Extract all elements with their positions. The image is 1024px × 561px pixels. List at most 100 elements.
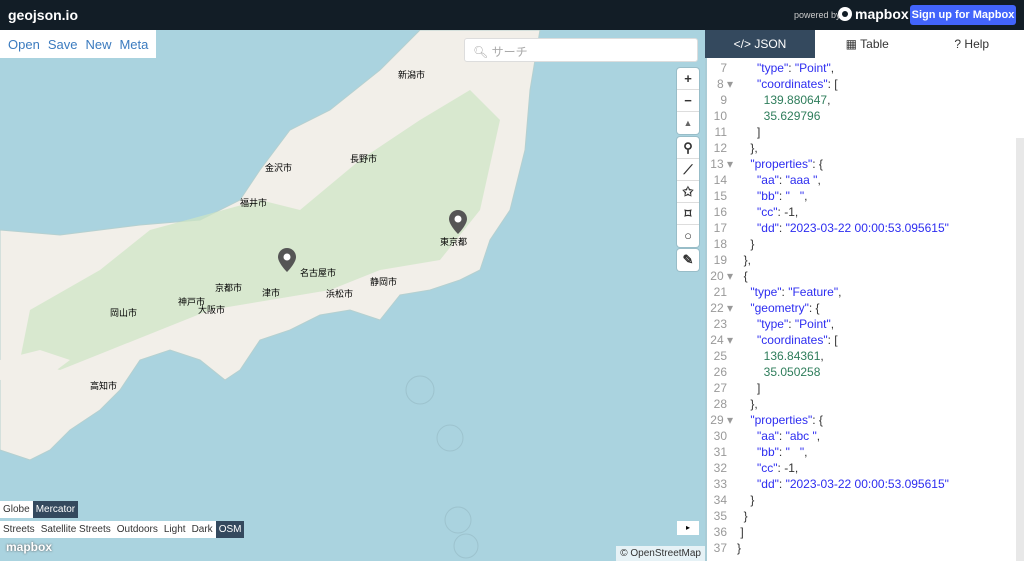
code-line[interactable]: 31 "bb": " ", [705, 444, 1014, 460]
style-dark[interactable]: Dark [189, 521, 216, 538]
json-string: "geometry" [750, 301, 809, 315]
code-line[interactable]: 15 "bb": " ", [705, 188, 1014, 204]
code-line[interactable]: 9 139.880647, [705, 92, 1014, 108]
line-number: 19 [713, 253, 727, 267]
projection-mercator[interactable]: Mercator [32, 501, 79, 518]
code-line[interactable]: 12 }, [705, 140, 1014, 156]
json-punct: : -1, [777, 461, 799, 475]
collapse-panel-button[interactable]: ▸ [677, 521, 699, 535]
code-line[interactable]: 28 }, [705, 396, 1014, 412]
line-number[interactable]: 20 ▾ [705, 268, 733, 284]
json-editor[interactable]: 7 "type": "Point", 8 ▾ "coordinates": [9 … [705, 58, 1024, 561]
code-line[interactable]: 8 ▾ "coordinates": [ [705, 76, 1014, 92]
line-number: 17 [713, 221, 727, 235]
new-menu[interactable]: New [81, 30, 115, 58]
style-streets[interactable]: Streets [0, 521, 38, 538]
style-light[interactable]: Light [161, 521, 189, 538]
map-label: 長野市 [350, 154, 378, 164]
code-line[interactable]: 34 } [705, 492, 1014, 508]
map-marker-tokyo[interactable] [449, 210, 467, 234]
code-line[interactable]: 18 } [705, 236, 1014, 252]
mapbox-logo[interactable]: mapbox [838, 6, 909, 22]
line-number[interactable]: 29 ▾ [705, 412, 733, 428]
line-number[interactable]: 24 ▾ [705, 332, 733, 348]
style-osm[interactable]: OSM [215, 521, 245, 538]
code-text: "cc": -1, [737, 204, 798, 220]
rectangle-icon[interactable]: ⌑ [677, 203, 699, 225]
code-line[interactable]: 33 "dd": "2023-03-22 00:00:53.095615" [705, 476, 1014, 492]
tab-help[interactable]: ? Help [920, 30, 1024, 58]
editor-scrollbar[interactable] [1016, 138, 1024, 561]
line-icon[interactable]: ⟋ [677, 159, 699, 181]
code-text: "dd": "2023-03-22 00:00:53.095615" [737, 220, 949, 236]
tab-json[interactable]: </> JSON [705, 30, 815, 58]
code-line[interactable]: 22 ▾ "geometry": { [705, 300, 1014, 316]
attribution[interactable]: © OpenStreetMap [616, 546, 705, 561]
code-line[interactable]: 10 35.629796 [705, 108, 1014, 124]
code-line[interactable]: 17 "dd": "2023-03-22 00:00:53.095615" [705, 220, 1014, 236]
json-punct: }, [737, 253, 752, 267]
json-string: "dd" [757, 221, 779, 235]
code-line[interactable]: 14 "aa": "aaa ", [705, 172, 1014, 188]
json-punct: , [838, 285, 842, 299]
edit-icon[interactable]: ✎ [677, 249, 699, 271]
compass-button[interactable]: ▲ [677, 112, 699, 134]
json-string: "aa" [757, 173, 779, 187]
code-text: 139.880647, [737, 92, 831, 108]
code-line[interactable]: 29 ▾ "properties": { [705, 412, 1014, 428]
code-line[interactable]: 7 "type": "Point", [705, 60, 1014, 76]
open-menu[interactable]: Open [4, 30, 44, 58]
json-punct: : [788, 317, 795, 331]
map-label: 名古屋市 [300, 268, 337, 278]
code-line[interactable]: 13 ▾ "properties": { [705, 156, 1014, 172]
code-line[interactable]: 11 ] [705, 124, 1014, 140]
json-punct: ] [737, 525, 744, 539]
circle-icon[interactable]: ○ [677, 225, 699, 247]
style-outdoors[interactable]: Outdoors [114, 521, 161, 538]
code-line[interactable]: 19 }, [705, 252, 1014, 268]
code-line[interactable]: 25 136.84361, [705, 348, 1014, 364]
code-line[interactable]: 21 "type": "Feature", [705, 284, 1014, 300]
tab-table[interactable]: ▦ Table [815, 30, 920, 58]
zoom-in-button[interactable]: + [677, 68, 699, 90]
line-number[interactable]: 13 ▾ [705, 156, 733, 172]
search-input[interactable]: 🔍︎ サーチ [464, 38, 698, 62]
code-line[interactable]: 37} [705, 540, 1014, 556]
projection-globe[interactable]: Globe [0, 501, 33, 518]
code-line[interactable]: 16 "cc": -1, [705, 204, 1014, 220]
code-text: "cc": -1, [737, 460, 798, 476]
polygon-icon[interactable]: ✩ [677, 181, 699, 203]
map-label: 福井市 [240, 198, 268, 208]
line-number[interactable]: 22 ▾ [705, 300, 733, 316]
marker-icon[interactable]: ⚲ [677, 137, 699, 159]
code-line[interactable]: 26 35.050258 [705, 364, 1014, 380]
app-logo[interactable]: geojson.io [8, 7, 78, 23]
code-line[interactable]: 23 "type": "Point", [705, 316, 1014, 332]
json-punct: : [778, 221, 786, 235]
json-punct: }, [737, 397, 758, 411]
code-line[interactable]: 20 ▾ { [705, 268, 1014, 284]
style-satellite-streets[interactable]: Satellite Streets [38, 521, 114, 538]
zoom-out-button[interactable]: − [677, 90, 699, 112]
signup-button[interactable]: Sign up for Mapbox [910, 5, 1016, 25]
map-canvas[interactable]: 東京都 名古屋市 大阪市 京都市 浜松市 静岡市 長野市 新潟市 金沢市 福井市… [0, 30, 705, 561]
style-switcher: Streets Satellite Streets Outdoors Light… [0, 521, 245, 538]
map-marker-nagoya[interactable] [278, 248, 296, 272]
code-line[interactable]: 24 ▾ "coordinates": [ [705, 332, 1014, 348]
line-number: 7 [720, 61, 727, 75]
code-line[interactable]: 27 ] [705, 380, 1014, 396]
code-text: "type": "Point", [737, 316, 834, 332]
edit-controls: ✎ [677, 249, 699, 271]
mapbox-watermark[interactable]: mapbox [6, 540, 52, 554]
line-number: 32 [713, 461, 727, 475]
code-line[interactable]: 30 "aa": "abc ", [705, 428, 1014, 444]
json-punct: : -1, [777, 205, 799, 219]
line-number[interactable]: 8 ▾ [705, 76, 733, 92]
meta-menu[interactable]: Meta [115, 30, 152, 58]
code-line[interactable]: 35 } [705, 508, 1014, 524]
code-line[interactable]: 36 ] [705, 524, 1014, 540]
json-punct: : { [808, 301, 820, 315]
json-punct: } [737, 493, 755, 507]
code-line[interactable]: 32 "cc": -1, [705, 460, 1014, 476]
save-menu[interactable]: Save [44, 30, 82, 58]
